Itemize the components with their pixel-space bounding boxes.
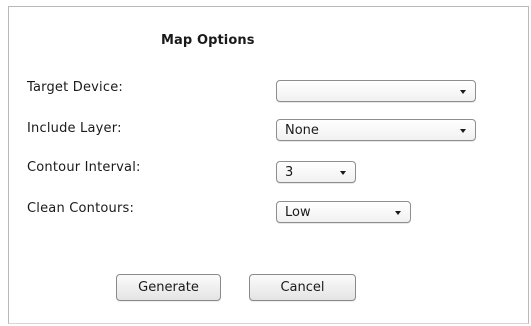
target-device-select[interactable] [276,80,476,102]
contour-interval-select[interactable]: 3 [276,161,356,183]
chevron-down-icon [460,129,466,133]
clean-contours-label: Clean Contours: [27,201,135,216]
chevron-down-icon [340,171,346,175]
target-device-label: Target Device: [27,80,123,95]
clean-contours-value: Low [285,205,311,220]
chevron-down-icon [395,211,401,215]
dialog-title: Map Options [161,33,255,48]
include-layer-select[interactable]: None [276,119,476,141]
clean-contours-select[interactable]: Low [276,201,411,223]
contour-interval-value: 3 [285,165,294,180]
chevron-down-icon [460,90,466,94]
cancel-button[interactable]: Cancel [249,274,356,301]
contour-interval-label: Contour Interval: [27,160,141,175]
include-layer-value: None [285,123,319,138]
include-layer-label: Include Layer: [27,121,122,136]
generate-button[interactable]: Generate [116,274,221,301]
